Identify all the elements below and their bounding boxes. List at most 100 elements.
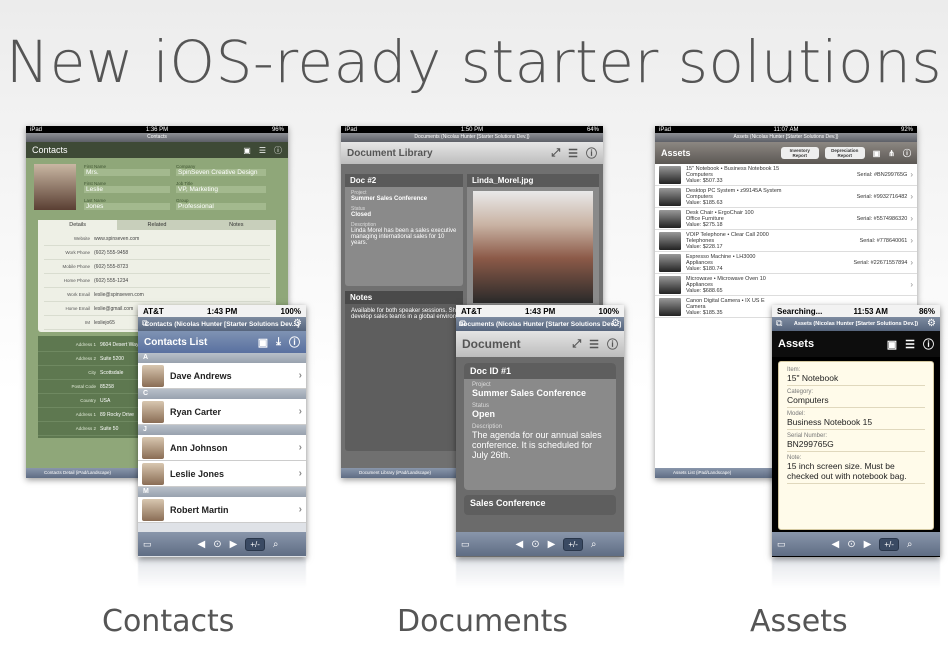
device-label: iPad: [345, 126, 358, 133]
asset-info: 15" Notebook • Business Notebook 15 Compu…: [686, 166, 816, 184]
field-value[interactable]: Jones: [84, 203, 170, 210]
info-icon[interactable]: ⓘ: [274, 145, 282, 156]
list-icon[interactable]: ☰: [259, 146, 266, 155]
layout-icon[interactable]: ▭: [777, 539, 786, 550]
field-value[interactable]: 15" Notebook: [787, 373, 925, 383]
field-value[interactable]: Professional: [176, 203, 266, 210]
print-icon[interactable]: ▣: [243, 146, 251, 155]
portrait-photo: [473, 191, 593, 303]
address-value[interactable]: USA: [100, 398, 110, 404]
windows-icon[interactable]: ⧉: [776, 318, 782, 329]
address-value[interactable]: Scottsdale: [100, 370, 123, 376]
next-icon[interactable]: ▶: [548, 539, 556, 550]
gear-icon[interactable]: ⚙: [293, 318, 302, 329]
tab-notes[interactable]: Notes: [196, 220, 276, 230]
field-value[interactable]: Business Notebook 15: [787, 417, 925, 427]
detail-value[interactable]: (602) 555-8723: [94, 264, 128, 270]
print-icon[interactable]: ▣: [258, 336, 268, 349]
field-value[interactable]: Leslie: [84, 186, 170, 193]
asset-row[interactable]: 15" Notebook • Business Notebook 15 Compu…: [655, 164, 917, 186]
field-value[interactable]: VP, Marketing: [176, 186, 266, 193]
next-icon[interactable]: ▶: [230, 539, 238, 550]
contact-row[interactable]: Robert Martin ›: [138, 497, 306, 523]
detail-value[interactable]: lesliejo65: [94, 320, 115, 326]
expand-icon[interactable]: ⤢: [572, 338, 581, 351]
find-icon[interactable]: ⌕: [907, 539, 913, 550]
windows-icon[interactable]: ⧉: [142, 318, 148, 329]
contact-photo: [34, 164, 76, 210]
field-value[interactable]: Mrs.: [84, 169, 170, 176]
asset-row[interactable]: Desk Chair • ErgoChair 100 Office Furnitu…: [655, 208, 917, 230]
layout-icon[interactable]: ▭: [461, 539, 470, 550]
carrier-label: Searching...: [777, 306, 823, 316]
layout-icon[interactable]: ▭: [143, 539, 152, 550]
export-icon[interactable]: ⤓: [276, 336, 281, 349]
image-card[interactable]: Linda_Morel.jpg: [467, 174, 599, 308]
asset-row[interactable]: VOIP Telephone • Clear Call 2000 Telephon…: [655, 230, 917, 252]
print-icon[interactable]: ▣: [887, 338, 897, 351]
contact-row[interactable]: Ann Johnson ›: [138, 435, 306, 461]
asset-value: Value: $507.33: [686, 177, 723, 184]
doc-card[interactable]: Doc #2 Project Summer Sales Conference S…: [345, 174, 463, 286]
contact-row[interactable]: Dave Andrews ›: [138, 363, 306, 389]
list-icon[interactable]: ☰: [905, 338, 915, 351]
detail-value[interactable]: (602) 555-1234: [94, 278, 128, 284]
record-icon[interactable]: ⊙: [531, 539, 539, 550]
next-icon[interactable]: ▶: [864, 539, 872, 550]
find-icon[interactable]: ⌕: [591, 539, 597, 550]
info-icon[interactable]: ⓘ: [289, 334, 300, 350]
prev-icon[interactable]: ◀: [832, 539, 840, 550]
field-value[interactable]: Computers: [787, 395, 925, 405]
prev-icon[interactable]: ◀: [516, 539, 524, 550]
find-icon[interactable]: ⌕: [273, 539, 279, 550]
list-icon[interactable]: ☰: [568, 147, 578, 160]
depreciation-report-button[interactable]: Depreciation Report: [824, 147, 865, 159]
info-icon[interactable]: ⓘ: [607, 336, 618, 352]
address-value[interactable]: 9604 Desert Way: [100, 342, 138, 348]
window-title: Assets (Nicolas Hunter [Starter Solution…: [793, 321, 919, 327]
expand-icon[interactable]: ⤢: [551, 147, 560, 160]
image-title: Linda_Morel.jpg: [467, 174, 599, 187]
detail-value[interactable]: (602) 555-9458: [94, 250, 128, 256]
windows-icon[interactable]: ⧉: [460, 318, 466, 329]
field-value[interactable]: BN299765G: [787, 439, 925, 449]
info-icon[interactable]: ⓘ: [586, 145, 597, 161]
detail-value[interactable]: leslie@spinseven.com: [94, 292, 144, 298]
add-delete-button[interactable]: +/-: [879, 537, 899, 551]
record-icon[interactable]: ⊙: [213, 539, 221, 550]
info-icon[interactable]: ⓘ: [923, 336, 934, 352]
prev-icon[interactable]: ◀: [198, 539, 206, 550]
field-value[interactable]: 15 inch screen size. Must be checked out…: [787, 461, 925, 481]
asset-row[interactable]: Microwave • Microwave Oven 10 Appliances V…: [655, 274, 917, 296]
add-delete-button[interactable]: +/-: [563, 537, 583, 551]
record-icon[interactable]: ⊙: [847, 539, 855, 550]
contacts-header: Contacts ▣ ☰ ⓘ: [26, 142, 288, 158]
sales-conference-section[interactable]: Sales Conference: [464, 495, 616, 515]
asset-row[interactable]: Espresso Machine • LH3000 Appliances Value…: [655, 252, 917, 274]
description-value: The agenda for our annual sales conferen…: [472, 430, 602, 460]
tab-related[interactable]: Related: [117, 220, 197, 230]
contact-field: Company SpinSeven Creative Design: [176, 164, 266, 180]
contact-row[interactable]: Leslie Jones ›: [138, 461, 306, 487]
asset-row[interactable]: Desktop PC System • z99145A System Comput…: [655, 186, 917, 208]
tree-icon[interactable]: ⋔: [888, 149, 895, 158]
print-icon[interactable]: ▣: [873, 149, 881, 158]
address-value[interactable]: Suite 50: [100, 426, 118, 432]
list-icon[interactable]: ☰: [589, 338, 599, 351]
contact-row[interactable]: Ryan Carter ›: [138, 399, 306, 425]
address-label: Postal Code: [71, 384, 96, 389]
address-value[interactable]: 89 Rocky Drive: [100, 412, 134, 418]
inventory-report-button[interactable]: Inventory Report: [780, 147, 819, 159]
caption-contacts: Contacts: [102, 604, 235, 639]
add-delete-button[interactable]: +/-: [245, 537, 265, 551]
gear-icon[interactable]: ⚙: [927, 318, 936, 329]
address-value[interactable]: Suite 5200: [100, 356, 124, 362]
detail-value[interactable]: leslie@gmail.com: [94, 306, 133, 312]
tab-details[interactable]: Details: [38, 220, 118, 230]
info-icon[interactable]: ⓘ: [903, 148, 911, 159]
field-value[interactable]: SpinSeven Creative Design: [176, 169, 266, 176]
detail-value[interactable]: www.spinseven.com: [94, 236, 139, 242]
address-value[interactable]: 85258: [100, 384, 114, 390]
gear-icon[interactable]: ⚙: [611, 318, 620, 329]
status-bar: iPad 1:50 PM 64%: [341, 126, 603, 133]
